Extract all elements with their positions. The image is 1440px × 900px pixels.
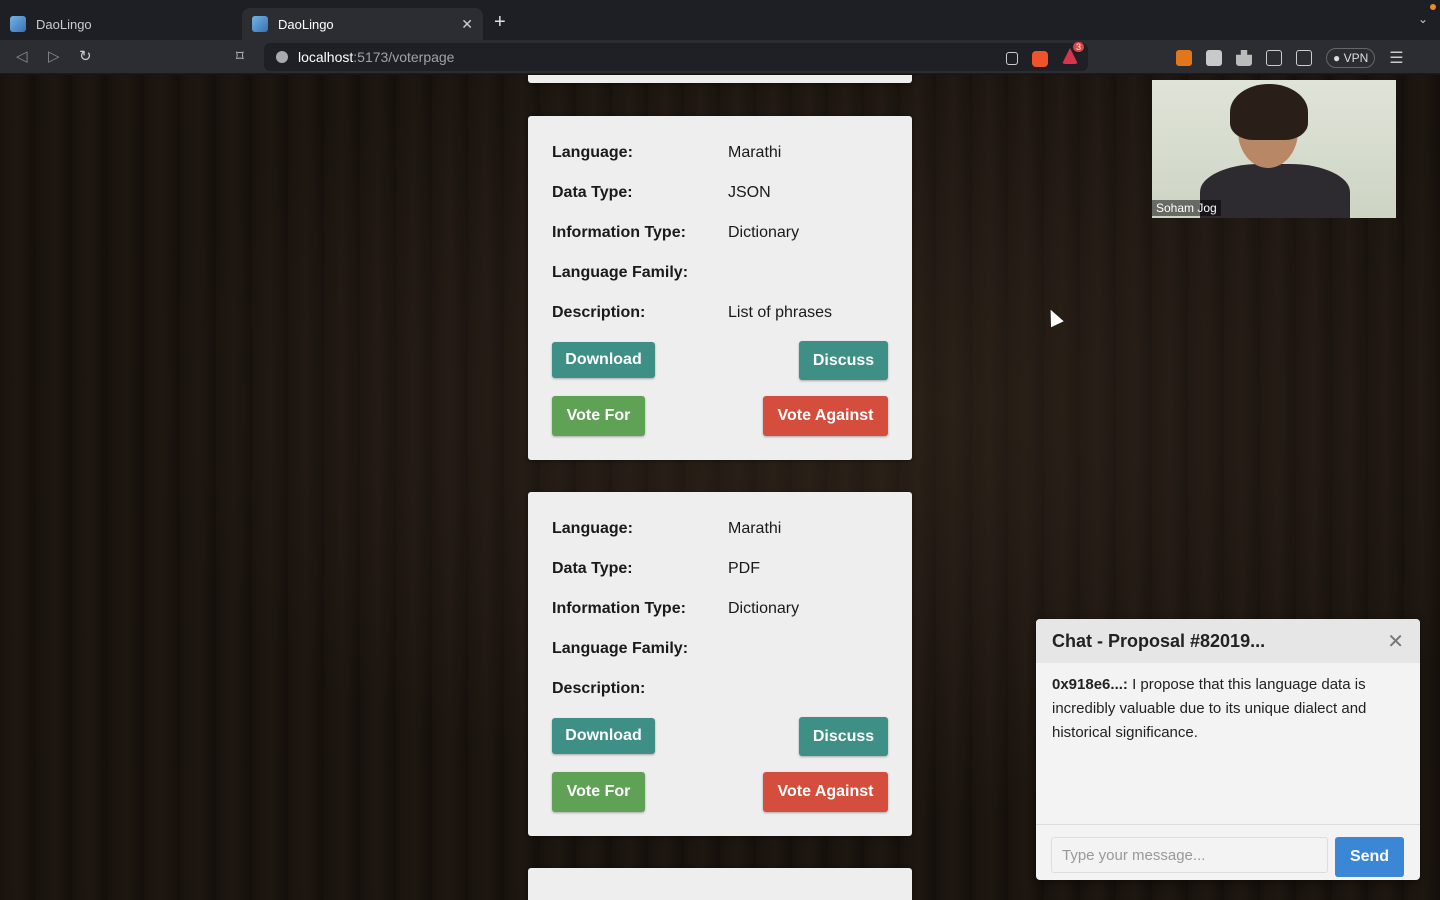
chat-messages: 0x918e6...: I propose that this language… bbox=[1036, 663, 1420, 823]
field-label: Data Type: bbox=[552, 184, 633, 201]
vote-against-button[interactable]: Vote Against bbox=[763, 396, 888, 436]
chat-header: Chat - Proposal #82019... ✕ bbox=[1036, 619, 1420, 663]
field-value: JSON bbox=[728, 184, 771, 201]
url-path: :5173/voterpage bbox=[353, 49, 455, 65]
field-value: Dictionary bbox=[728, 600, 800, 617]
tab-list-chevron-icon[interactable]: ⌄ bbox=[1418, 12, 1428, 26]
metamask-extension-icon[interactable] bbox=[1176, 50, 1192, 66]
field-label: Description: bbox=[552, 304, 646, 321]
proposal-card: Language: Marathi Data Type: PDF Informa… bbox=[528, 492, 912, 836]
send-button[interactable]: Send bbox=[1335, 837, 1404, 877]
browser-tab-bar: DaoLingo DaoLingo ✕ + ⌄ bbox=[0, 0, 1440, 40]
field-label: Information Type: bbox=[552, 224, 686, 241]
puzzle-extensions-icon[interactable] bbox=[1236, 50, 1252, 66]
download-button[interactable]: Download bbox=[552, 342, 655, 378]
participant-body bbox=[1200, 164, 1350, 218]
tab-title: DaoLingo bbox=[278, 16, 334, 32]
url-host: localhost bbox=[298, 49, 354, 65]
brave-rewards-icon[interactable]: 3 bbox=[1062, 42, 1084, 69]
field-value: PDF bbox=[728, 560, 760, 577]
browser-tab-active[interactable]: DaoLingo ✕ bbox=[242, 8, 483, 40]
field-label: Language: bbox=[552, 520, 633, 537]
daolingo-favicon-icon bbox=[252, 16, 268, 32]
vote-for-button[interactable]: Vote For bbox=[552, 396, 645, 436]
download-button[interactable]: Download bbox=[552, 718, 655, 754]
discuss-button[interactable]: Discuss bbox=[799, 341, 888, 380]
menu-icon[interactable]: ☰ bbox=[1389, 48, 1403, 68]
field-value: Marathi bbox=[728, 144, 782, 161]
rewards-count-badge: 3 bbox=[1072, 42, 1084, 52]
forward-icon[interactable]: ▷ bbox=[48, 47, 60, 65]
field-label: Language: bbox=[552, 144, 633, 161]
browser-toolbar: ◁ ▷ ↻ ⌑ localhost :5173/voterpage 3 ● VP… bbox=[0, 40, 1440, 74]
proposal-chat-panel: Chat - Proposal #82019... ✕ 0x918e6...: … bbox=[1036, 619, 1420, 880]
field-label: Description: bbox=[552, 680, 646, 697]
video-call-tile[interactable]: Soham Jog bbox=[1152, 80, 1396, 218]
reload-icon[interactable]: ↻ bbox=[79, 47, 92, 65]
close-chat-icon[interactable]: ✕ bbox=[1387, 629, 1404, 654]
share-icon[interactable] bbox=[1006, 52, 1018, 65]
field-value: Dictionary bbox=[728, 224, 800, 241]
participant-name: Soham Jog bbox=[1152, 200, 1221, 216]
discuss-button[interactable]: Discuss bbox=[799, 717, 888, 756]
chat-title: Chat - Proposal #82019... bbox=[1052, 630, 1266, 651]
vpn-button[interactable]: ● VPN bbox=[1326, 48, 1376, 68]
brave-shields-icon[interactable] bbox=[1032, 50, 1048, 67]
chat-message-input[interactable] bbox=[1051, 837, 1328, 873]
vpn-label: VPN bbox=[1343, 51, 1369, 65]
close-tab-icon[interactable]: ✕ bbox=[461, 16, 473, 33]
field-value: List of phrases bbox=[728, 304, 833, 321]
field-label: Language Family: bbox=[552, 264, 689, 281]
daolingo-favicon-icon bbox=[10, 16, 26, 32]
proposal-card-partial-bottom bbox=[528, 868, 912, 900]
site-info-icon[interactable] bbox=[276, 51, 288, 63]
update-dot-icon bbox=[1430, 4, 1436, 10]
proposal-card: Language: Marathi Data Type: JSON Inform… bbox=[528, 116, 912, 460]
proposal-card-partial-top bbox=[528, 75, 912, 83]
message-sender: 0x918e6...: bbox=[1052, 676, 1128, 693]
extension-icon[interactable] bbox=[1206, 50, 1222, 66]
back-icon[interactable]: ◁ bbox=[16, 47, 28, 65]
wallet-icon[interactable] bbox=[1296, 50, 1312, 66]
field-label: Data Type: bbox=[552, 560, 633, 577]
browser-tab[interactable]: DaoLingo bbox=[0, 8, 240, 40]
chat-footer: Send bbox=[1036, 824, 1420, 880]
field-label: Language Family: bbox=[552, 640, 689, 657]
field-value: Marathi bbox=[728, 520, 782, 537]
vote-for-button[interactable]: Vote For bbox=[552, 772, 645, 812]
vote-against-button[interactable]: Vote Against bbox=[763, 772, 888, 812]
participant-hair bbox=[1230, 84, 1308, 140]
new-tab-icon[interactable]: + bbox=[494, 11, 506, 34]
chat-message: 0x918e6...: I propose that this language… bbox=[1052, 673, 1404, 745]
field-label: Information Type: bbox=[552, 600, 686, 617]
address-bar[interactable]: localhost :5173/voterpage 3 bbox=[264, 42, 1088, 71]
sidebar-toggle-icon[interactable] bbox=[1266, 50, 1282, 66]
bookmark-icon[interactable]: ⌑ bbox=[236, 47, 244, 65]
tab-title: DaoLingo bbox=[36, 16, 92, 32]
